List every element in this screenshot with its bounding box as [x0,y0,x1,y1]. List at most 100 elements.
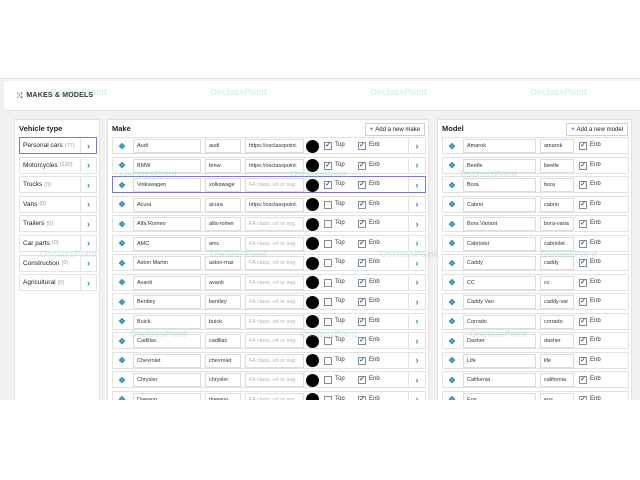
drag-handle-icon[interactable]: ✥ [445,217,459,231]
make-slug-input[interactable]: amc [205,236,241,251]
drag-handle-icon[interactable]: ✥ [115,393,129,400]
top-checkbox[interactable] [324,337,332,345]
chevron-right-icon[interactable]: › [80,275,96,291]
model-name-input[interactable]: Bora [463,178,536,192]
vehicle-type-item[interactable]: Trucks (0) › [19,176,97,194]
chevron-right-icon[interactable]: › [408,333,425,348]
make-color-swatch[interactable] [306,295,319,309]
drag-handle-icon[interactable]: ✥ [115,276,129,290]
enabled-checkbox[interactable]: ✓ [579,278,587,287]
drag-handle-icon[interactable]: ✥ [445,393,459,400]
drag-handle-icon[interactable]: ✥ [115,159,129,173]
vehicle-type-item[interactable]: Trailers (0) › [19,215,97,233]
enabled-checkbox[interactable]: ✓ [579,317,587,326]
enabled-checkbox[interactable]: ✓ [579,220,587,228]
chevron-right-icon[interactable]: › [408,255,425,270]
top-checkbox[interactable] [324,356,332,365]
top-checkbox[interactable] [324,317,332,326]
chevron-right-icon[interactable]: › [408,391,425,400]
add-make-button[interactable]: + Add a new make [364,123,425,136]
chevron-right-icon[interactable]: › [408,294,425,309]
enabled-checkbox[interactable]: ✓ [579,337,587,345]
enabled-checkbox[interactable]: ✓ [579,298,587,306]
vehicle-type-item[interactable]: Construction (0) › [19,254,97,272]
model-name-input[interactable]: Life [463,353,536,368]
make-name-input[interactable]: AMC [133,236,201,251]
make-slug-input[interactable]: audi [205,139,241,153]
enabled-checkbox[interactable]: ✓ [579,239,587,248]
drag-handle-icon[interactable]: ✥ [115,334,129,348]
add-model-button[interactable]: + Add a new model [566,123,628,136]
enabled-checkbox[interactable]: ✓ [358,317,366,326]
enabled-checkbox[interactable]: ✓ [579,356,587,365]
model-name-input[interactable]: Eos [463,392,536,400]
drag-handle-icon[interactable]: ✥ [445,276,459,290]
enabled-checkbox[interactable]: ✓ [579,376,587,384]
enabled-checkbox[interactable]: ✓ [358,259,366,267]
vehicle-type-item[interactable]: Vans (0) › [19,195,97,213]
drag-handle-icon[interactable]: ✥ [115,139,129,153]
make-slug-input[interactable]: avanti [205,275,241,290]
vehicle-type-item[interactable]: Car parts (0) › [19,234,97,252]
drag-handle-icon[interactable]: ✥ [445,373,459,387]
make-color-swatch[interactable] [306,373,319,387]
drag-handle-icon[interactable]: ✥ [445,354,459,368]
make-icon-input[interactable]: FA class, url or svg [245,314,304,329]
chevron-right-icon[interactable]: › [408,177,425,192]
model-slug-input[interactable]: eos [540,392,574,400]
make-slug-input[interactable]: bmw [205,158,241,173]
enabled-checkbox[interactable]: ✓ [358,376,366,384]
model-slug-input[interactable]: corrado [540,314,574,329]
chevron-right-icon[interactable]: › [408,235,425,251]
model-slug-input[interactable]: beetle [540,158,574,173]
make-color-swatch[interactable] [306,334,319,348]
chevron-right-icon[interactable]: › [408,274,425,290]
make-name-input[interactable]: BMW [133,158,201,173]
model-name-input[interactable]: Corrado [463,314,536,329]
drag-handle-icon[interactable]: ✥ [445,315,459,329]
make-slug-input[interactable]: chrysler [205,373,241,387]
make-slug-input[interactable]: aston-mar [205,256,241,270]
chevron-right-icon[interactable]: › [80,216,96,232]
top-checkbox[interactable] [324,220,332,228]
enabled-checkbox[interactable]: ✓ [358,220,366,228]
make-color-swatch[interactable] [306,276,319,289]
make-color-swatch[interactable] [306,393,319,400]
make-slug-input[interactable]: acura [205,197,241,212]
chevron-right-icon[interactable]: › [80,235,96,251]
make-name-input[interactable]: Buick [133,314,201,329]
model-slug-input[interactable]: caddy-var [540,295,574,309]
chevron-right-icon[interactable]: › [80,255,96,271]
top-checkbox[interactable]: ✓ [324,161,332,170]
model-name-input[interactable]: Amarok [463,139,536,153]
model-name-input[interactable]: Beetle [463,158,536,173]
make-color-swatch[interactable] [306,354,319,367]
model-slug-input[interactable]: cabrio [540,197,574,212]
make-name-input[interactable]: Acura [133,197,201,212]
model-slug-input[interactable]: life [540,353,574,368]
chevron-right-icon[interactable]: › [80,196,96,212]
enabled-checkbox[interactable]: ✓ [579,161,587,170]
drag-handle-icon[interactable]: ✥ [115,354,129,368]
make-slug-input[interactable]: bentley [205,295,241,309]
make-icon-input[interactable]: FA class, url or svg [245,334,304,348]
chevron-right-icon[interactable]: › [80,177,96,193]
enabled-checkbox[interactable]: ✓ [358,239,366,248]
make-color-swatch[interactable] [306,256,319,270]
drag-handle-icon[interactable]: ✥ [115,295,129,309]
model-name-input[interactable]: Cabriolet [463,236,536,251]
enabled-checkbox[interactable]: ✓ [358,142,366,150]
make-color-swatch[interactable] [306,217,319,231]
chevron-right-icon[interactable]: › [408,216,425,231]
model-slug-input[interactable]: california [540,373,574,387]
make-color-swatch[interactable] [306,237,319,250]
model-name-input[interactable]: Dasher [463,334,536,348]
enabled-checkbox[interactable]: ✓ [358,337,366,345]
make-icon-input[interactable]: FA class, url or svg [245,373,304,387]
drag-handle-icon[interactable]: ✥ [115,237,129,251]
enabled-checkbox[interactable]: ✓ [358,200,366,209]
enabled-checkbox[interactable]: ✓ [358,278,366,287]
top-checkbox[interactable] [324,259,332,267]
make-name-input[interactable]: Avanti [133,275,201,290]
model-name-input[interactable]: CC [463,275,536,290]
